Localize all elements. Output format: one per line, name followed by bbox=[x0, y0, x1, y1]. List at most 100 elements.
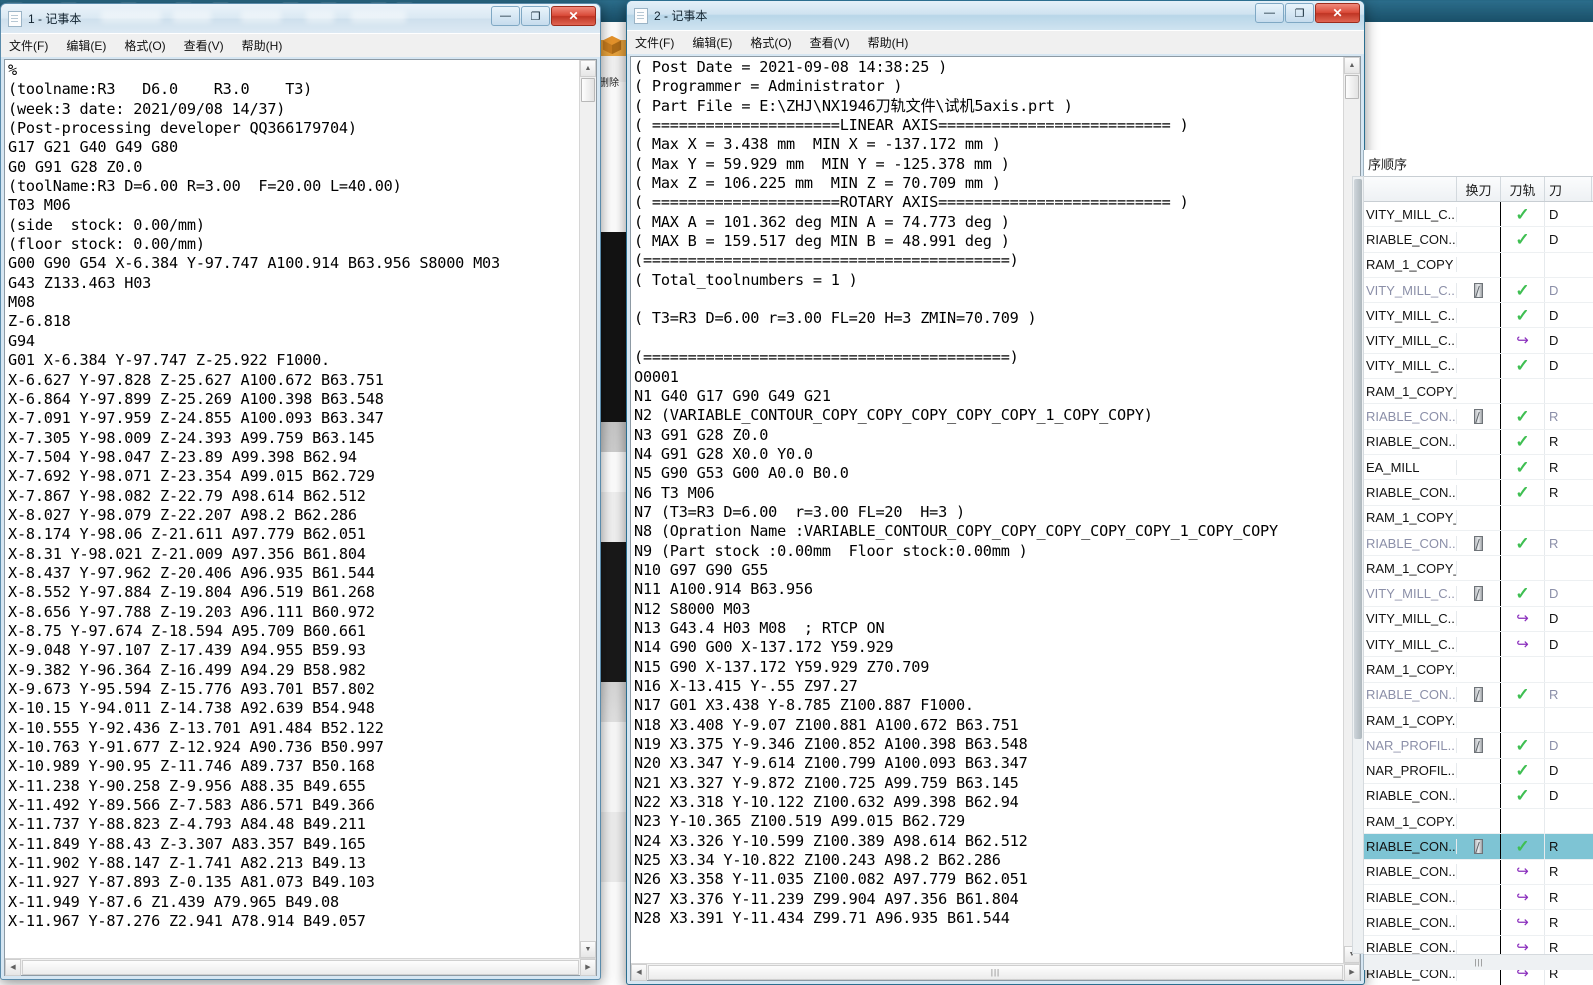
menu-item-view[interactable]: 查看(V) bbox=[184, 37, 224, 54]
minimize-button[interactable]: — bbox=[1255, 3, 1284, 23]
window-2-title-bar[interactable]: 2 - 记事本 — ❐ ✕ bbox=[627, 1, 1364, 30]
table-row[interactable]: NAR_PROFIL... ✓ D bbox=[1364, 758, 1593, 784]
notepad-window-1[interactable]: 1 - 记事本 — ❐ ✕ 文件(F) 编辑(E) 格式(O) 查看(V) 帮助… bbox=[0, 3, 601, 980]
checkmark-icon: ✓ bbox=[1515, 837, 1530, 857]
table-row[interactable]: RIABLE_CON... ✓ D bbox=[1364, 227, 1593, 253]
menu-item-edit[interactable]: 编辑(E) bbox=[692, 34, 732, 51]
menu-item-format[interactable]: 格式(O) bbox=[124, 37, 165, 54]
table-row[interactable]: RIABLE_CON... ↪ R bbox=[1364, 859, 1593, 886]
row-tool-cell: R bbox=[1549, 459, 1559, 475]
navigator-vertical-scrollbar[interactable] bbox=[1352, 176, 1364, 954]
table-row[interactable]: RAM_1_COPY bbox=[1364, 252, 1593, 278]
table-row[interactable]: RIABLE_CON... ✓ R bbox=[1364, 682, 1593, 708]
window-1-controls[interactable]: — ❐ ✕ bbox=[491, 6, 596, 26]
horizontal-scrollbar-2[interactable]: ◀ ||| ▶ bbox=[631, 963, 1360, 981]
navigator-row-list[interactable]: VITY_MILL_C... ✓ D RIABLE_CON... ✓ D RAM_1_COP… bbox=[1364, 202, 1593, 985]
table-row[interactable]: RIABLE_CON... ✓ R bbox=[1364, 530, 1593, 557]
table-row[interactable]: VITY_MILL_C... ↪ D bbox=[1364, 606, 1593, 633]
window-1-title-bar[interactable]: 1 - 记事本 — ❐ ✕ bbox=[1, 4, 600, 33]
table-row[interactable]: VITY_MILL_C... ✓ D bbox=[1364, 202, 1593, 228]
row-toolchange-cell bbox=[1457, 530, 1501, 556]
row-toolpath-cell: ↪ bbox=[1501, 910, 1545, 935]
column-header-toolchange[interactable]: 换刀 bbox=[1457, 177, 1501, 201]
menu-item-file[interactable]: 文件(F) bbox=[9, 37, 48, 54]
operation-navigator-panel[interactable]: 序顺序 换刀 刀轨 刀 VITY_MILL_C... ✓ D RIABLE_CON..… bbox=[1352, 150, 1593, 985]
scroll-down-arrow[interactable]: ▼ bbox=[580, 941, 596, 958]
scroll-up-arrow[interactable]: ▲ bbox=[580, 60, 596, 77]
maximize-button[interactable]: ❐ bbox=[1285, 3, 1314, 23]
menu-item-help[interactable]: 帮助(H) bbox=[868, 34, 909, 51]
table-row[interactable]: RAM_1_COPY_1 bbox=[1364, 379, 1593, 405]
window-1-client-area: % (toolname:R3 D6.0 R3.0 T3) (week:3 dat… bbox=[4, 59, 597, 976]
maximize-button[interactable]: ❐ bbox=[521, 6, 550, 26]
table-row[interactable]: RIABLE_CON... ↪ R bbox=[1364, 885, 1593, 911]
row-tool-cell: D bbox=[1549, 611, 1559, 627]
navigator-horizontal-scrollbar[interactable]: ||| bbox=[1364, 954, 1593, 970]
window-1-menu-bar[interactable]: 文件(F) 编辑(E) 格式(O) 查看(V) 帮助(H) bbox=[1, 33, 600, 57]
row-toolchange-cell bbox=[1457, 885, 1501, 910]
scroll-left-arrow[interactable]: ◀ bbox=[5, 958, 21, 976]
table-row[interactable]: VITY_MILL_C... ↪ D bbox=[1364, 328, 1593, 354]
column-header-tool[interactable]: 刀 bbox=[1545, 177, 1592, 201]
gcode-text-area-1[interactable]: % (toolname:R3 D6.0 R3.0 T3) (week:3 dat… bbox=[5, 60, 579, 958]
row-operation-name: RIABLE_CON... bbox=[1366, 535, 1457, 551]
vertical-scroll-thumb[interactable] bbox=[1345, 75, 1359, 99]
window-2-title: 2 - 记事本 bbox=[654, 9, 708, 23]
column-header-toolpath[interactable]: 刀轨 bbox=[1501, 177, 1545, 201]
table-row[interactable]: RIABLE_CON... ✓ R bbox=[1364, 429, 1593, 455]
close-button[interactable]: ✕ bbox=[551, 6, 596, 26]
vertical-scroll-thumb[interactable] bbox=[581, 78, 595, 102]
scroll-right-arrow[interactable]: ▶ bbox=[1344, 963, 1360, 981]
vertical-scrollbar-1[interactable]: ▲ ▼ bbox=[579, 60, 596, 958]
table-row[interactable]: VITY_MILL_C... ✓ D bbox=[1364, 303, 1593, 329]
horizontal-scrollbar-1[interactable]: ◀ ▶ bbox=[5, 958, 596, 976]
window-2-controls[interactable]: — ❐ ✕ bbox=[1255, 3, 1360, 23]
table-row[interactable]: VITY_MILL_C... ↪ D bbox=[1364, 632, 1593, 658]
row-operation-name: VITY_MILL_C... bbox=[1366, 282, 1457, 298]
tool-change-icon bbox=[1474, 737, 1483, 753]
menu-item-help[interactable]: 帮助(H) bbox=[242, 37, 283, 54]
row-toolpath-cell: ↪ bbox=[1501, 859, 1545, 885]
menu-item-view[interactable]: 查看(V) bbox=[810, 34, 850, 51]
row-operation-name: VITY_MILL_C... bbox=[1366, 586, 1457, 602]
table-row[interactable]: RIABLE_CON... ✓ R bbox=[1364, 404, 1593, 430]
title-ghost-artifact bbox=[241, 11, 281, 23]
table-row[interactable]: VITY_MILL_C... ✓ D bbox=[1364, 277, 1593, 304]
table-row[interactable]: RAM_1_COPY_2 bbox=[1364, 505, 1593, 531]
notepad-window-2[interactable]: 2 - 记事本 — ❐ ✕ 文件(F) 编辑(E) 格式(O) 查看(V) 帮助… bbox=[626, 0, 1365, 985]
menu-item-format[interactable]: 格式(O) bbox=[750, 34, 791, 51]
column-header-name[interactable] bbox=[1364, 177, 1457, 201]
table-row[interactable]: RIABLE_CON... ↪ R bbox=[1364, 910, 1593, 936]
menu-item-edit[interactable]: 编辑(E) bbox=[66, 37, 106, 54]
window-2-menu-bar[interactable]: 文件(F) 编辑(E) 格式(O) 查看(V) 帮助(H) bbox=[627, 30, 1364, 54]
minimize-button[interactable]: — bbox=[491, 6, 520, 26]
menu-item-file[interactable]: 文件(F) bbox=[635, 34, 674, 51]
scroll-right-arrow[interactable]: ▶ bbox=[580, 958, 596, 976]
gcode-text-area-2[interactable]: ( Post Date = 2021-09-08 14:38:25 ) ( Pr… bbox=[631, 57, 1343, 963]
checkmark-icon: ✓ bbox=[1515, 280, 1530, 300]
checkmark-icon: ✓ bbox=[1515, 407, 1530, 427]
checkmark-icon: ✓ bbox=[1515, 305, 1530, 325]
table-row[interactable]: RAM_1_COPY... bbox=[1364, 809, 1593, 835]
table-row[interactable]: NAR_PROFIL... ✓ D bbox=[1364, 733, 1593, 759]
row-toolpath-cell: ✓ bbox=[1501, 480, 1545, 505]
table-row[interactable]: VITY_MILL_C... ✓ D bbox=[1364, 581, 1593, 607]
table-row[interactable]: VITY_MILL_C... ✓ D bbox=[1364, 353, 1593, 380]
horizontal-scroll-track[interactable] bbox=[22, 959, 579, 975]
navigator-scroll-thumb[interactable] bbox=[1354, 179, 1362, 739]
table-row[interactable]: RIABLE_CON... ✓ D bbox=[1364, 783, 1593, 810]
table-row[interactable]: RAM_1_COPY... bbox=[1364, 707, 1593, 734]
table-row[interactable]: EA_MILL ✓ R bbox=[1364, 454, 1593, 481]
scroll-up-arrow[interactable]: ▲ bbox=[1344, 57, 1360, 74]
row-toolpath-cell: ↪ bbox=[1501, 885, 1545, 910]
row-operation-name: RIABLE_CON... bbox=[1366, 434, 1457, 450]
tool-change-icon bbox=[1474, 282, 1483, 298]
horizontal-scroll-track[interactable]: ||| bbox=[648, 964, 1343, 980]
scroll-left-arrow[interactable]: ◀ bbox=[631, 963, 647, 981]
table-row[interactable]: RIABLE_CON... ✓ R bbox=[1364, 480, 1593, 506]
table-row[interactable]: RAM_1_COPY_3 bbox=[1364, 556, 1593, 582]
close-button[interactable]: ✕ bbox=[1315, 3, 1360, 23]
table-row[interactable]: RAM_1_COPY... bbox=[1364, 657, 1593, 683]
table-row[interactable]: RIABLE_CON... ✓ R bbox=[1364, 834, 1593, 860]
row-toolchange-cell bbox=[1457, 733, 1501, 758]
